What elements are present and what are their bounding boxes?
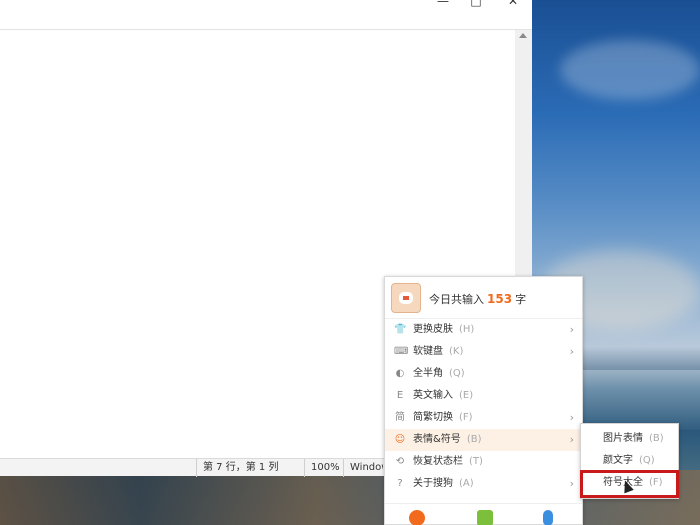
title-bar[interactable]: — □ ✕: [0, 0, 532, 30]
maximize-button[interactable]: □: [463, 0, 489, 8]
menu-item-label: 恢复状态栏: [413, 456, 463, 467]
menu-item-key: (A): [459, 478, 474, 489]
menu-item-key: (Q): [449, 368, 465, 379]
menu-item-about-sogou[interactable]: ? 关于搜狗 (A) ›: [385, 473, 582, 495]
submenu-item-label: 颜文字: [603, 455, 633, 466]
menu-item-label: 软键盘: [413, 346, 443, 357]
minimize-button[interactable]: —: [430, 0, 456, 8]
moon-icon: ◐: [395, 368, 405, 379]
menu-item-label: 关于搜狗: [413, 478, 453, 489]
today-unit: 字: [515, 293, 527, 306]
english-icon: E: [396, 390, 404, 401]
menu-item-english-input[interactable]: E 英文输入 (E): [385, 385, 582, 407]
avatar[interactable]: [391, 283, 421, 313]
chevron-right-icon: ›: [569, 477, 574, 490]
submenu-item-label: 图片表情: [603, 433, 643, 444]
restore-icon: ⟲: [395, 456, 405, 467]
menu-item-restore-statusbar[interactable]: ⟲ 恢复状态栏 (T): [385, 451, 582, 473]
submenu-item-key: (Q): [639, 455, 655, 466]
help-icon: ?: [397, 478, 403, 489]
menu-item-label: 英文输入: [413, 390, 453, 401]
menu-item-key: (K): [449, 346, 464, 357]
chevron-right-icon: ›: [569, 433, 574, 446]
menu-item-soft-keyboard[interactable]: ⌨ 软键盘 (K) ›: [385, 341, 582, 363]
wallpaper-cloud: [560, 40, 700, 100]
shirt-icon: 👕: [394, 324, 407, 335]
menu-item-key: (H): [459, 324, 475, 335]
zoom-level: 100%: [304, 459, 344, 477]
menu-item-simplified-traditional[interactable]: 简 简繁切换 (F) ›: [385, 407, 582, 429]
menu-item-full-half-width[interactable]: ◐ 全半角 (Q): [385, 363, 582, 385]
toolbox-icon[interactable]: [477, 510, 493, 525]
menu-item-key: (F): [459, 412, 473, 423]
smiley-icon: ☺: [394, 434, 406, 445]
ime-context-menu: 今日共输入 153 字 👕 更换皮肤 (H) › ⌨ 软键盘 (K) › ◐ 全半角 (Q…: [384, 276, 583, 525]
ime-footer: [385, 503, 582, 525]
scroll-up-icon[interactable]: [519, 33, 527, 38]
menu-item-key: (E): [459, 390, 474, 401]
menu-item-key: (T): [469, 456, 483, 467]
menu-item-label: 简繁切换: [413, 412, 453, 423]
ime-header: 今日共输入 153 字: [385, 277, 582, 319]
today-input-count: 今日共输入 153 字: [429, 291, 526, 307]
menu-item-key: (B): [466, 434, 482, 445]
keyboard-icon: ⌨: [394, 346, 409, 357]
chevron-right-icon: ›: [569, 411, 574, 424]
menu-item-label: 更换皮肤: [413, 324, 453, 335]
menu-item-skin[interactable]: 👕 更换皮肤 (H) ›: [385, 319, 582, 341]
submenu-item-image-emoji[interactable]: 图片表情 (B): [581, 428, 678, 450]
today-label: 今日共输入: [429, 293, 484, 306]
menu-item-label: 表情&符号: [413, 434, 461, 445]
simplified-icon: 简: [395, 412, 405, 423]
chevron-right-icon: ›: [569, 323, 574, 336]
line-ending: Windows: [343, 459, 383, 477]
cursor-position: 第 7 行，第 1 列: [196, 459, 306, 477]
menu-item-emoji-symbols[interactable]: ☺ 表情&符号 (B) ›: [385, 429, 582, 451]
today-count: 153: [487, 292, 513, 306]
avatar-mark: [403, 296, 409, 300]
submenu-item-kaomoji[interactable]: 颜文字 (Q): [581, 450, 678, 472]
microphone-icon[interactable]: [543, 510, 553, 525]
settings-icon[interactable]: [409, 510, 425, 525]
close-button[interactable]: ✕: [500, 0, 526, 8]
chevron-right-icon: ›: [569, 345, 574, 358]
submenu-item-key: (B): [649, 433, 664, 444]
menu-item-label: 全半角: [413, 368, 443, 379]
